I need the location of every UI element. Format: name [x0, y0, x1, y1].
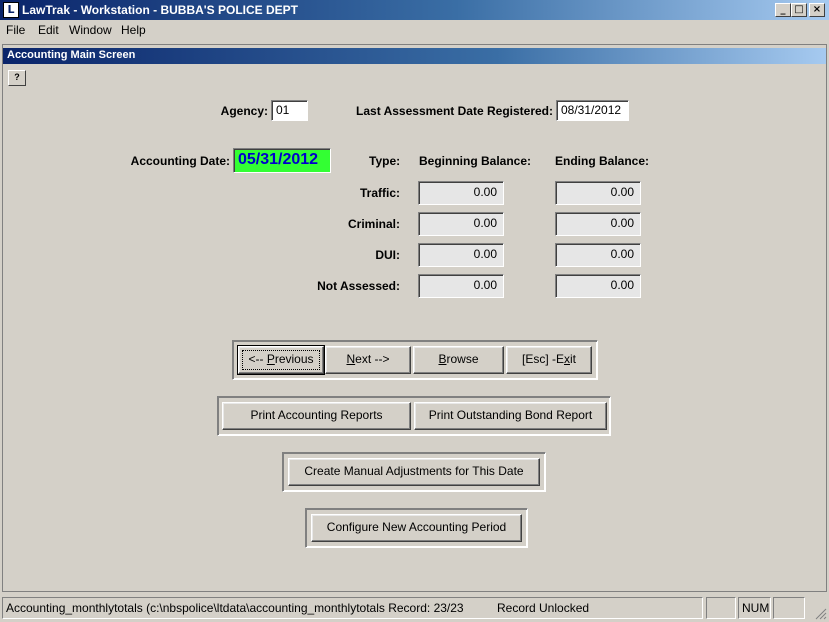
menu-window[interactable]: Window [69, 23, 112, 37]
menu-window-label: Window [69, 23, 112, 37]
ending-balance-traffic[interactable]: 0.00 [555, 181, 641, 205]
beginning-balance-dui[interactable]: 0.00 [418, 243, 504, 267]
previous-button[interactable]: <-- Previous [237, 345, 325, 375]
status-num-lock: NUM [738, 597, 771, 619]
status-lock: Record Unlocked [497, 601, 590, 615]
type-label-traffic: Traffic: [359, 186, 400, 200]
menu-help[interactable]: Help [121, 23, 146, 37]
agency-label: Agency: [220, 104, 268, 118]
next-rest: ext --> [355, 352, 390, 366]
last-assessment-field[interactable]: 08/31/2012 [556, 100, 629, 121]
minimize-button[interactable]: _ [775, 3, 791, 17]
ending-balance-criminal[interactable]: 0.00 [555, 212, 641, 236]
browse-button[interactable]: Browse [413, 346, 504, 374]
print-accounting-reports-button[interactable]: Print Accounting Reports [222, 402, 411, 430]
focus-rectangle [242, 350, 320, 370]
status-record-info: Accounting_monthlytotals (c:\nbspolice\l… [6, 601, 464, 615]
next-button[interactable]: Next --> [325, 346, 411, 374]
lawtrak-app-icon[interactable]: L [3, 2, 19, 18]
window-title: LawTrak - Workstation - BUBBA'S POLICE D… [22, 3, 298, 17]
next-mnemonic: N [346, 352, 356, 366]
type-label-dui: DUI: [375, 248, 400, 262]
beginning-balance-not-assessed[interactable]: 0.00 [418, 274, 504, 298]
resize-grip-icon[interactable] [815, 608, 827, 620]
exit-prefix: [Esc] -E [521, 352, 564, 366]
window-title-bar[interactable]: L LawTrak - Workstation - BUBBA'S POLICE… [0, 0, 829, 20]
beginning-balance-header: Beginning Balance: [419, 154, 532, 168]
menu-edit-label: Edit [38, 23, 59, 37]
menu-bar: File Edit Window Help [0, 20, 829, 40]
last-assessment-label: Last Assessment Date Registered: [356, 104, 553, 118]
browse-rest: rowse [446, 352, 479, 366]
screen-title-bar: Accounting Main Screen [3, 48, 826, 64]
screen-title: Accounting Main Screen [7, 49, 136, 61]
ending-balance-header: Ending Balance: [555, 154, 650, 168]
accounting-date-field[interactable]: 05/31/2012 [233, 148, 331, 173]
status-panel-scroll [773, 597, 805, 619]
exit-button[interactable]: [Esc] -Exit [506, 346, 592, 374]
beginning-balance-traffic[interactable]: 0.00 [418, 181, 504, 205]
beginning-balance-criminal[interactable]: 0.00 [418, 212, 504, 236]
close-button[interactable]: × [809, 3, 825, 17]
exit-rest: it [570, 352, 576, 366]
print-outstanding-bond-report-button[interactable]: Print Outstanding Bond Report [414, 402, 607, 430]
menu-file[interactable]: File [6, 23, 25, 37]
accounting-date-label: Accounting Date: [130, 154, 230, 168]
menu-help-label: Help [121, 23, 146, 37]
type-header: Type: [369, 154, 401, 168]
agency-field[interactable]: 01 [271, 100, 308, 121]
browse-mnemonic: B [438, 352, 447, 366]
ending-balance-dui[interactable]: 0.00 [555, 243, 641, 267]
type-label-criminal: Criminal: [347, 217, 400, 231]
status-record-panel: Accounting_monthlytotals (c:\nbspolice\l… [2, 597, 703, 619]
help-question-button[interactable]: ? [8, 70, 26, 86]
type-label-not-assessed: Not Assessed: [317, 279, 400, 293]
menu-file-label: File [6, 23, 26, 37]
create-manual-adjustments-button[interactable]: Create Manual Adjustments for This Date [288, 458, 540, 486]
status-panel-caps [706, 597, 736, 619]
menu-edit[interactable]: Edit [38, 23, 59, 37]
ending-balance-not-assessed[interactable]: 0.00 [555, 274, 641, 298]
maximize-button[interactable]: □ [791, 3, 807, 17]
status-bar: Accounting_monthlytotals (c:\nbspolice\l… [0, 595, 829, 622]
configure-new-accounting-period-button[interactable]: Configure New Accounting Period [311, 514, 522, 542]
